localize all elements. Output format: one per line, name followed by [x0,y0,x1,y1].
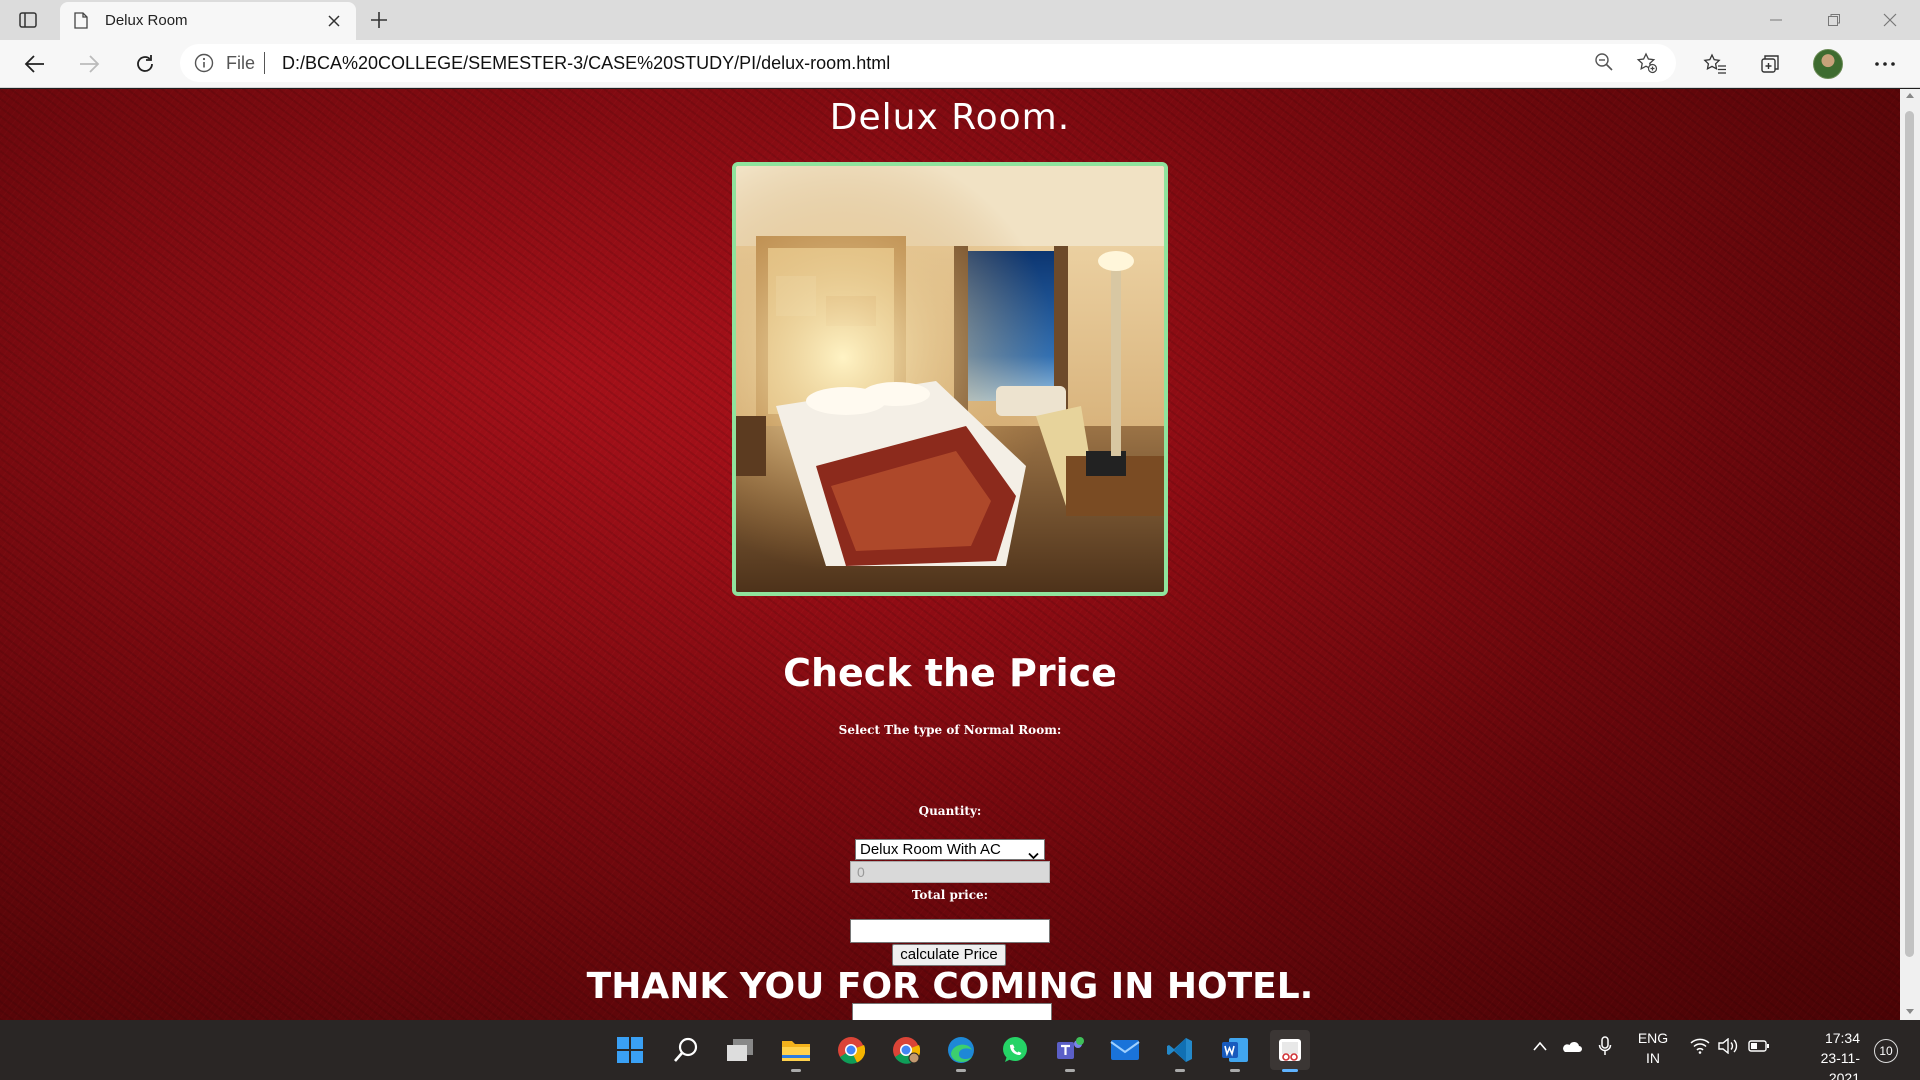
snipping-tool-icon[interactable] [1270,1030,1310,1072]
thank-you-banner: THANK YOU FOR COMING IN HOTEL. [586,966,1314,1007]
battery-icon[interactable] [1748,1040,1770,1055]
page-icon [74,12,88,34]
vertical-scrollbar[interactable] [1900,89,1920,1020]
quantity-input[interactable] [850,919,1050,943]
task-view-icon[interactable] [720,1030,760,1070]
address-separator [264,52,265,74]
room-type-label: Select The type of Normal Room: [838,723,1062,737]
file-explorer-icon[interactable] [776,1030,816,1072]
search-icon[interactable] [666,1030,706,1070]
system-clock[interactable]: 17:34 23-11-2021 [1790,1028,1860,1080]
address-bar[interactable]: File D:/BCA%20COLLEGE/SEMESTER-3/CASE%20… [180,44,1676,82]
running-indicator [1175,1069,1185,1072]
onedrive-icon[interactable] [1560,1039,1582,1056]
running-indicator [791,1069,801,1072]
minimize-icon[interactable] [1762,8,1790,32]
clock-date: 23-11-2021 [1820,1050,1860,1080]
close-window-icon[interactable] [1876,8,1904,32]
refresh-icon[interactable] [130,50,160,78]
browser-toolbar: File D:/BCA%20COLLEGE/SEMESTER-3/CASE%20… [0,40,1920,88]
info-icon[interactable] [194,53,214,78]
more-menu-icon[interactable] [1870,50,1900,78]
hotel-room-image [736,166,1164,592]
room-photo [732,162,1168,596]
volume-icon[interactable] [1718,1037,1740,1057]
whatsapp-icon[interactable] [995,1030,1035,1070]
scroll-thumb[interactable] [1905,111,1914,957]
taskbar: ENG IN 17:34 23-11-2021 10 [0,1020,1920,1080]
tab-actions-icon[interactable] [14,8,42,32]
running-indicator [956,1069,966,1072]
add-favorite-icon[interactable] [1636,52,1658,79]
calculate-price-button[interactable]: calculate Price [892,944,1006,966]
chrome-icon[interactable] [831,1030,871,1070]
region-code: IN [1646,1050,1660,1066]
vscode-icon[interactable] [1160,1030,1200,1072]
scheme-label: File [226,53,256,73]
show-hidden-icons-icon[interactable] [1532,1040,1548,1055]
notification-badge[interactable]: 10 [1874,1039,1898,1063]
clock-time: 17:34 [1824,1030,1860,1046]
profile-avatar[interactable] [1813,49,1843,79]
word-icon[interactable] [1215,1030,1255,1072]
back-arrow-icon[interactable] [20,50,50,78]
windows-start-icon[interactable] [610,1030,650,1070]
language-code: ENG [1637,1030,1669,1046]
running-indicator [1230,1069,1240,1072]
page-viewport: Delux Room. Check the Price Select The t… [0,89,1900,1020]
restore-icon[interactable] [1820,8,1848,32]
quantity-label: Quantity: [918,804,982,818]
favorites-icon[interactable] [1700,50,1730,78]
room-type-select[interactable]: Delux Room With AC [855,839,1045,860]
tab-strip: Delux Room [0,0,1920,40]
active-indicator [1282,1069,1298,1072]
wifi-icon[interactable] [1690,1038,1710,1057]
microphone-icon[interactable] [1598,1036,1612,1059]
mail-icon[interactable] [1105,1030,1145,1070]
teams-icon[interactable] [1050,1030,1090,1072]
check-price-heading: Check the Price [783,651,1117,695]
page-title: Delux Room. [829,97,1071,138]
forward-arrow-icon [74,50,104,78]
close-tab-icon[interactable] [324,11,344,31]
tab-title: Delux Room [105,12,188,29]
edge-icon[interactable] [941,1030,981,1072]
scroll-down-icon[interactable] [1906,1009,1914,1014]
active-tab[interactable]: Delux Room [60,2,356,40]
chrome-profile-icon[interactable] [886,1030,926,1070]
collections-icon[interactable] [1755,50,1785,78]
new-tab-icon[interactable] [366,8,392,32]
url-text[interactable]: D:/BCA%20COLLEGE/SEMESTER-3/CASE%20STUDY… [282,53,890,74]
zoom-out-icon[interactable] [1594,52,1614,77]
scroll-up-icon[interactable] [1906,93,1914,98]
room-type-selected-value: Delux Room With AC [860,841,1001,858]
unit-price-field: 0 [850,861,1050,883]
language-indicator[interactable]: ENG IN [1636,1028,1670,1068]
running-indicator [1065,1069,1075,1072]
total-price-label: Total price: [911,888,989,902]
